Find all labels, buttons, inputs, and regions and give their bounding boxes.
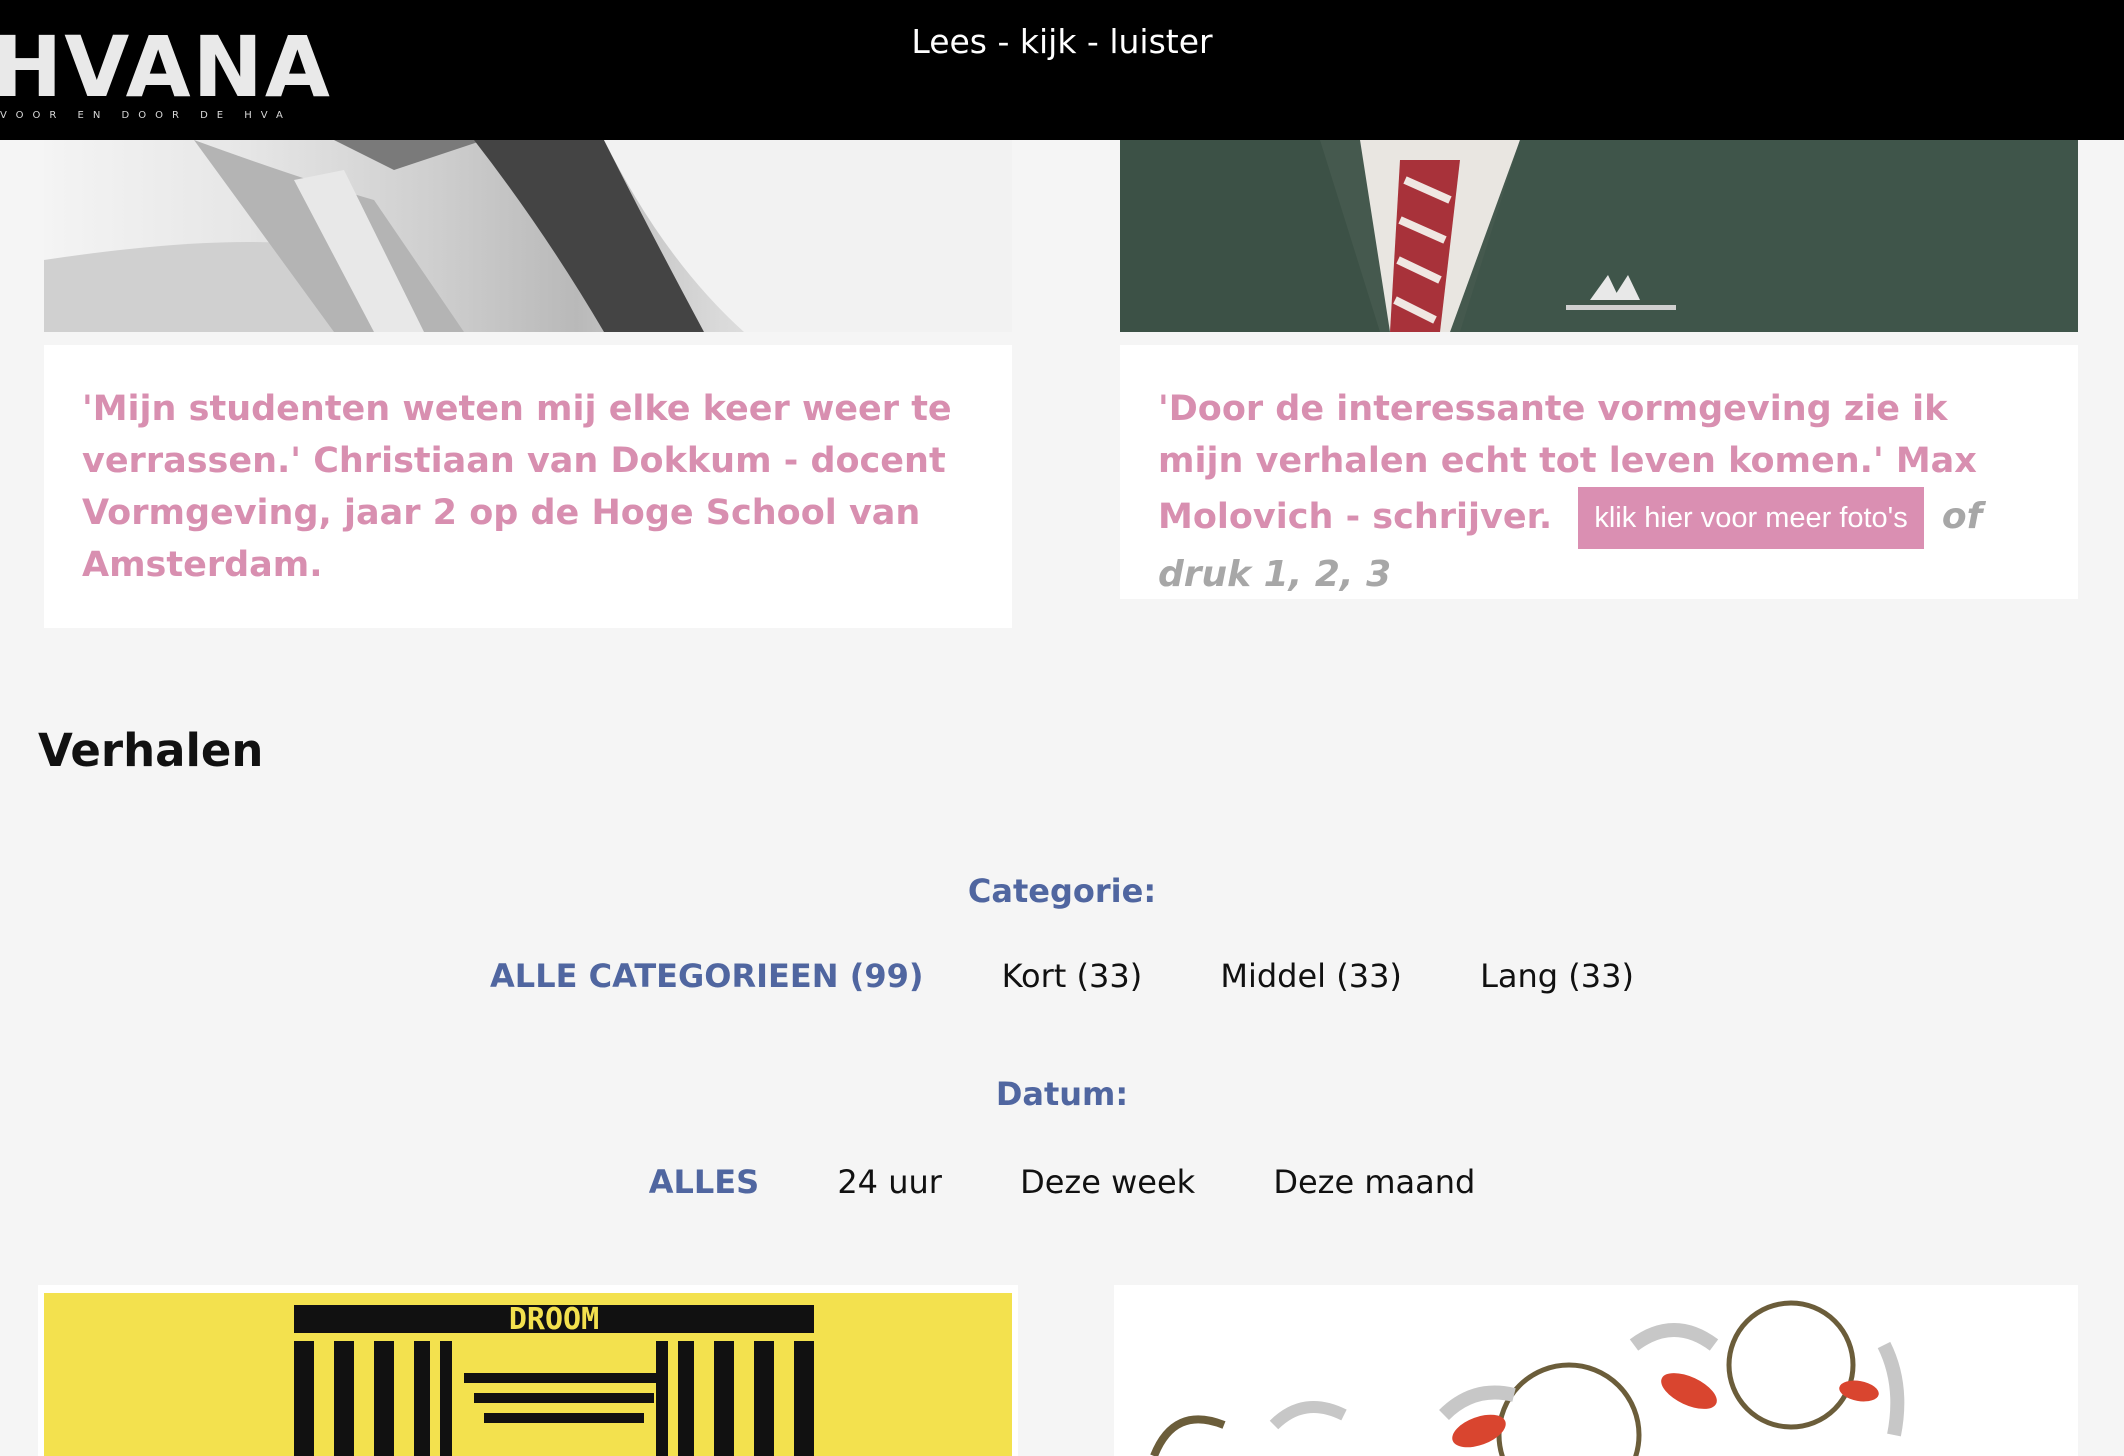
logo-tagline: VOOR EN DOOR DE HVA bbox=[0, 110, 292, 121]
droom-artwork-text: DROOM bbox=[509, 1302, 599, 1337]
category-filter-label: Categorie: bbox=[967, 872, 1157, 910]
portrait-image-writer[interactable] bbox=[1120, 140, 2078, 332]
filter-date-week[interactable]: Deze week bbox=[1020, 1163, 1195, 1201]
suit-illustration bbox=[1120, 140, 2078, 332]
typographic-artwork bbox=[1150, 1300, 1905, 1456]
filter-category-kort[interactable]: Kort (33) bbox=[1002, 957, 1143, 995]
filter-date-all[interactable]: ALLES bbox=[649, 1163, 759, 1201]
more-photos-button[interactable]: klik hier voor meer foto's bbox=[1578, 487, 1924, 549]
top-navigation-bar: HVANA VOOR EN DOOR DE HVA Lees - kijk - … bbox=[0, 0, 2124, 140]
portrait-image-docent[interactable] bbox=[44, 140, 1012, 332]
filter-category-all[interactable]: ALLE CATEGORIEEN (99) bbox=[490, 957, 923, 995]
filter-category-middel[interactable]: Middel (33) bbox=[1220, 957, 1402, 995]
date-filter-label: Datum: bbox=[995, 1075, 1129, 1113]
quote-card-docent[interactable]: 'Mijn studenten weten mij elke keer weer… bbox=[44, 345, 1012, 628]
filter-date-month[interactable]: Deze maand bbox=[1273, 1163, 1475, 1201]
story-image-droom: DROOM bbox=[44, 1293, 1012, 1456]
quote-text-writer: 'Door de interessante vormgeving zie ik … bbox=[1158, 383, 2040, 601]
quote-card-writer[interactable]: 'Door de interessante vormgeving zie ik … bbox=[1120, 345, 2078, 599]
droom-artwork: DROOM bbox=[294, 1302, 814, 1456]
story-card-illustrated[interactable] bbox=[1114, 1285, 2078, 1456]
section-title: Verhalen bbox=[38, 724, 264, 777]
date-filter-row: ALLES 24 uur Deze week Deze maand bbox=[0, 1163, 2124, 1201]
nav-menu-link[interactable]: Lees - kijk - luister bbox=[0, 22, 2124, 61]
story-card-droom[interactable]: DROOM bbox=[38, 1285, 1018, 1456]
quote-text: 'Mijn studenten weten mij elke keer weer… bbox=[82, 389, 952, 585]
filter-date-24h[interactable]: 24 uur bbox=[837, 1163, 942, 1201]
filter-category-lang[interactable]: Lang (33) bbox=[1480, 957, 1634, 995]
category-filter-row: ALLE CATEGORIEEN (99) Kort (33) Middel (… bbox=[0, 957, 2124, 995]
portrait-shirt-illustration bbox=[44, 140, 1012, 332]
